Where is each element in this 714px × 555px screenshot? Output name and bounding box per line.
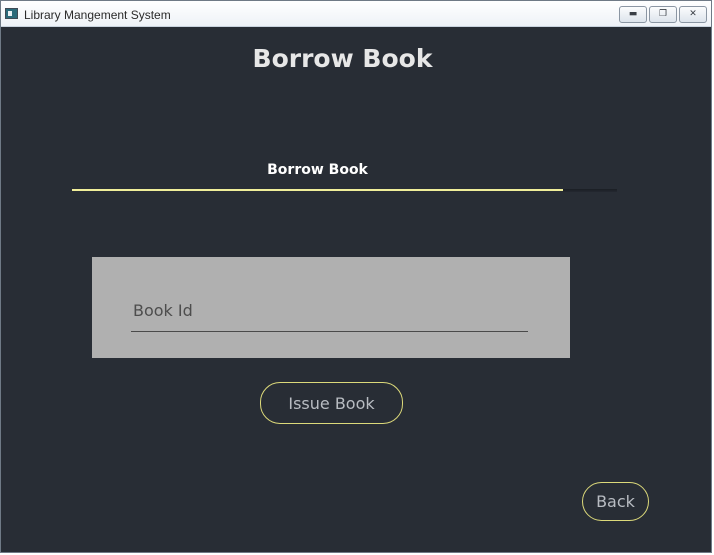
form-card: [92, 257, 570, 358]
restore-button[interactable]: ❐: [649, 6, 677, 23]
app-icon: [5, 8, 18, 19]
app-window: Library Mangement System ▬ ❐ ✕ Borrow Bo…: [0, 0, 712, 553]
tab-label: Borrow Book: [267, 162, 368, 178]
minimize-icon: ▬: [628, 9, 638, 19]
window-controls: ▬ ❐ ✕: [619, 6, 707, 23]
issue-book-button[interactable]: Issue Book: [260, 382, 403, 424]
minimize-button[interactable]: ▬: [619, 6, 647, 23]
close-icon: ✕: [689, 9, 697, 19]
close-button[interactable]: ✕: [679, 6, 707, 23]
content-area: Borrow Book Borrow Book Issue Book Back: [1, 27, 711, 552]
restore-icon: ❐: [658, 9, 668, 19]
title-bar[interactable]: Library Mangement System ▬ ❐ ✕: [1, 1, 711, 27]
window-title: Library Mangement System: [24, 8, 171, 22]
page-title: Borrow Book: [252, 44, 433, 73]
tab-selected-indicator: [72, 189, 563, 191]
tab-borrow-book[interactable]: Borrow Book: [72, 155, 563, 191]
book-id-input[interactable]: [131, 290, 528, 332]
back-button[interactable]: Back: [582, 482, 649, 521]
tab-header-shadow: [563, 189, 617, 192]
